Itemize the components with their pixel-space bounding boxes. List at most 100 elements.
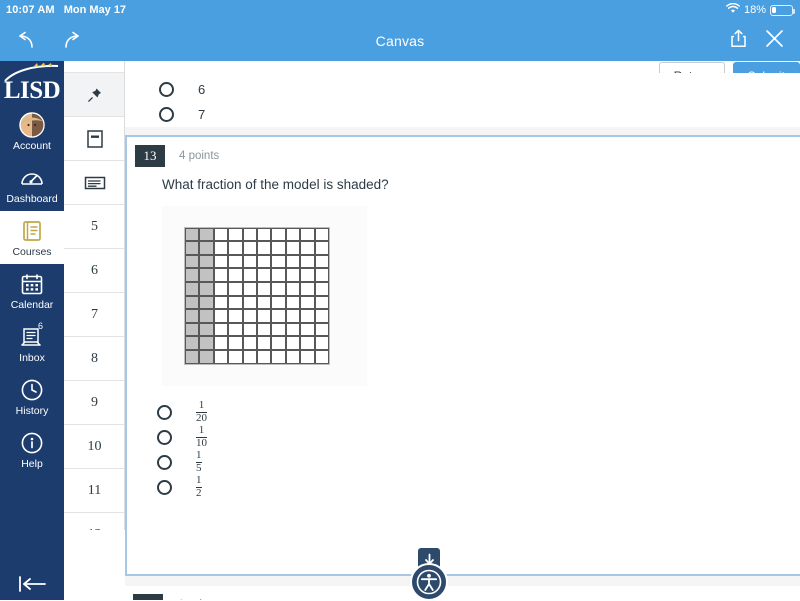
option-label-fraction: 1 20: [196, 399, 207, 424]
sidebar-item-inbox[interactable]: 6 Inbox: [0, 317, 64, 370]
grid-cell: [228, 281, 243, 296]
lisd-logo[interactable]: LISD: [0, 61, 64, 105]
sidebar-item-calendar[interactable]: Calendar: [0, 264, 64, 317]
grid-cell: [314, 268, 329, 282]
grid-cell: [199, 309, 214, 323]
option-row-4[interactable]: 1 2: [157, 474, 800, 500]
question-nav-item-7[interactable]: 7: [64, 293, 124, 337]
ios-status-bar: 10:07 AM Mon May 17 18%: [0, 0, 800, 20]
question-number-badge: 14: [133, 594, 163, 600]
grid-cell: [285, 295, 301, 310]
grid-cell: [300, 227, 315, 242]
question-nav-item-11[interactable]: 11: [64, 469, 124, 513]
sidebar-item-account[interactable]: Account: [0, 105, 64, 158]
question-nav-item-9[interactable]: 9: [64, 381, 124, 425]
grid-cell: [271, 295, 286, 310]
question-number-badge: 13: [135, 145, 165, 167]
grid-cell: [314, 336, 329, 350]
question-list-icon[interactable]: [64, 161, 124, 205]
grid-cell: [213, 322, 229, 337]
radio-button[interactable]: [157, 429, 172, 445]
question-navigator[interactable]: 5 6 7 8 9 10 11 12 13: [64, 61, 125, 530]
status-date: Mon May 17: [63, 4, 127, 16]
pin-icon[interactable]: [64, 73, 124, 117]
inbox-unread-badge: 6: [38, 321, 44, 331]
previous-question-options: 6 7: [125, 73, 800, 127]
grid-cell: [199, 254, 214, 269]
grid-cell: [300, 295, 315, 310]
option-row-2[interactable]: 1 10: [157, 424, 800, 450]
grid-cell: [213, 309, 229, 323]
fraction-denominator: 5: [196, 461, 202, 474]
sidebar-item-help[interactable]: Help: [0, 423, 64, 476]
option-row-3[interactable]: 1 5: [157, 449, 800, 475]
grid-cell: [271, 349, 286, 364]
question-nav-item-12[interactable]: 12: [64, 513, 124, 531]
question-14-container: 14 4 points Three sets of numbers are sh…: [125, 586, 800, 600]
grid-cell: [256, 349, 272, 364]
collapse-sidebar-icon[interactable]: [0, 574, 64, 594]
toolbar-right-actions: [730, 29, 800, 53]
sidebar-item-history[interactable]: History: [0, 370, 64, 423]
grid-cell: [300, 241, 315, 255]
grid-cell: [271, 254, 286, 269]
option-label-fraction: 1 2: [196, 474, 202, 499]
sidebar-item-label: Inbox: [19, 352, 45, 364]
grid-cell: [213, 254, 229, 269]
fraction-numerator: 1: [198, 399, 205, 411]
status-bar-left: 10:07 AM Mon May 17: [0, 4, 126, 16]
grid-cell: [228, 241, 243, 255]
grid-cell: [271, 241, 286, 255]
radio-button[interactable]: [157, 454, 172, 470]
grid-cell: [213, 227, 229, 242]
grid-cell: [185, 336, 200, 350]
grid-cell: [199, 336, 214, 350]
grid-cell: [256, 309, 272, 323]
radio-button[interactable]: [157, 479, 172, 495]
grid-cell: [213, 295, 229, 310]
grid-cell: [242, 322, 257, 337]
grid-cell: [256, 268, 272, 282]
radio-button[interactable]: [159, 82, 174, 97]
accessibility-icon[interactable]: [410, 563, 448, 601]
grid-cell: [199, 227, 214, 242]
fraction-numerator: 1: [198, 424, 205, 436]
clock-icon: [19, 377, 45, 403]
grid-cell: [185, 322, 200, 337]
grid-cell: [199, 322, 214, 337]
sidebar-item-label: Courses: [12, 246, 52, 258]
question-card-icon[interactable]: [64, 117, 124, 161]
share-icon[interactable]: [730, 29, 747, 53]
grid-cell: [285, 241, 301, 255]
close-icon[interactable]: [765, 29, 784, 53]
grid-cell: [300, 349, 315, 364]
grid-cell: [242, 241, 257, 255]
option-row-1[interactable]: 1 20: [157, 399, 800, 425]
question-nav-item-8[interactable]: 8: [64, 337, 124, 381]
option-row[interactable]: 7: [159, 102, 800, 127]
radio-button[interactable]: [159, 107, 174, 122]
grid-cell: [285, 309, 301, 323]
help-info-icon: [19, 430, 45, 456]
option-row[interactable]: 6: [159, 77, 800, 102]
fraction-denominator: 10: [196, 436, 207, 449]
question-nav-item-6[interactable]: 6: [64, 249, 124, 293]
fraction-numerator: 1: [196, 474, 202, 486]
grid-cell: [256, 227, 272, 242]
browser-title: Canvas: [375, 32, 425, 49]
grid-cell: [300, 254, 315, 269]
question-nav-item-10[interactable]: 10: [64, 425, 124, 469]
grid-cell: [285, 349, 301, 364]
grid-cell: [271, 268, 286, 282]
battery-percent-label: 18%: [743, 4, 766, 16]
sidebar-item-dashboard[interactable]: Dashboard: [0, 158, 64, 211]
grid-cell: [242, 349, 257, 364]
grid-cell: [228, 254, 243, 269]
grid-cell: [242, 309, 257, 323]
grid-cell: [228, 309, 243, 323]
logo-swoosh-icon: [4, 63, 59, 82]
grid-cell: [314, 295, 329, 310]
question-nav-item-5[interactable]: 5: [64, 205, 124, 249]
radio-button[interactable]: [157, 404, 172, 420]
sidebar-item-courses[interactable]: Courses: [0, 211, 64, 264]
